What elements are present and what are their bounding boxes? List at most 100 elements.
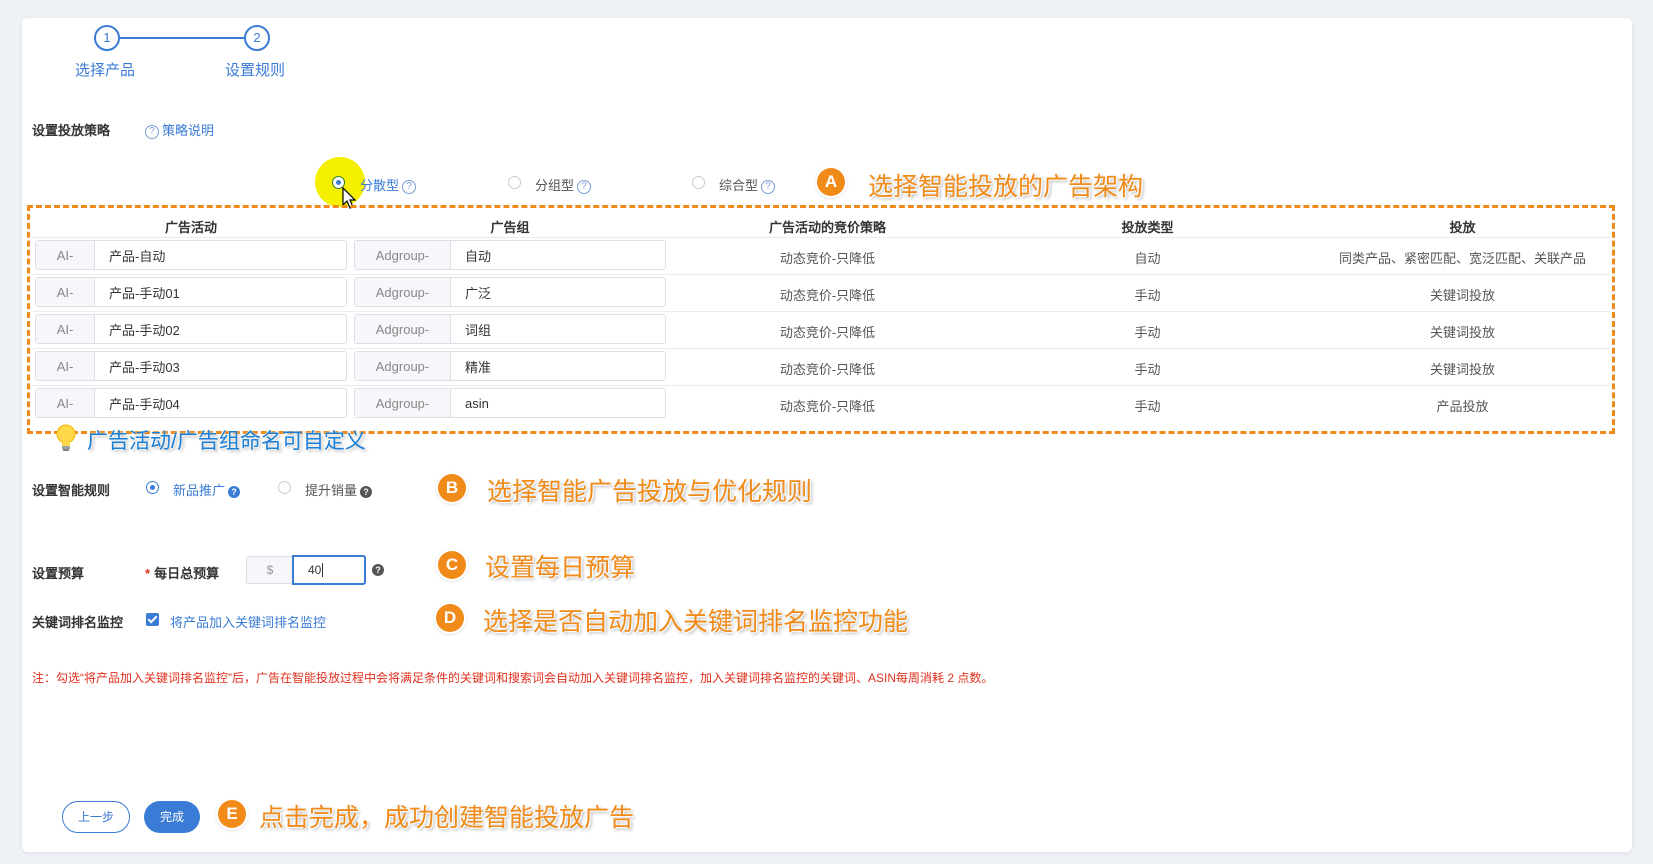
row-divider <box>32 348 1610 349</box>
targeting-type-cell: 手动 <box>1134 362 1161 377</box>
campaign-name-value[interactable]: 产品-手动02 <box>95 315 346 343</box>
callout-text-e: 点击完成，成功创建智能投放广告 <box>259 804 635 832</box>
campaign-prefix: AI- <box>36 352 95 380</box>
prev-step-button[interactable]: 上一步 <box>62 801 130 833</box>
strategy-label: 设置投放策略 <box>32 123 111 138</box>
help-circle-icon: ? <box>761 179 776 194</box>
keyword-monitor-checkbox[interactable] <box>146 613 159 626</box>
help-circle-icon: ? <box>228 485 241 498</box>
bid-strategy-cell: 动态竞价-只降低 <box>779 399 876 414</box>
targeting-type-cell: 手动 <box>1134 325 1161 340</box>
row-divider <box>32 311 1610 312</box>
campaign-name-input[interactable]: AI- 产品-手动02 <box>35 314 347 344</box>
targeting-cell: 关键词投放 <box>1429 362 1495 377</box>
strategy-radio-grouped[interactable] <box>508 176 521 189</box>
header-targeting: 投放 <box>1449 220 1476 235</box>
rule-radio-boost-sales[interactable] <box>278 481 291 494</box>
campaign-name-input[interactable]: AI- 产品-手动01 <box>35 277 347 307</box>
targeting-cell: 产品投放 <box>1436 399 1489 414</box>
header-campaign: 广告活动 <box>164 220 217 235</box>
strategy-radio-combined[interactable] <box>692 176 705 189</box>
campaign-name-input[interactable]: AI- 产品-手动04 <box>35 388 347 418</box>
adgroup-name-input[interactable]: Adgroup- 自动 <box>354 240 666 270</box>
callout-badge-a: A <box>817 168 845 196</box>
done-button[interactable]: 完成 <box>144 801 200 833</box>
adgroup-name-input[interactable]: Adgroup- asin <box>354 388 666 418</box>
bid-strategy-cell: 动态竞价-只降低 <box>779 325 876 340</box>
strategy-option-dispersed[interactable]: 分散型? <box>360 175 417 194</box>
campaign-name-input[interactable]: AI- 产品-自动 <box>35 240 347 270</box>
rule-radio-new-product[interactable] <box>146 481 159 494</box>
targeting-type-cell: 手动 <box>1134 399 1161 414</box>
help-circle-icon: ? <box>145 124 159 139</box>
header-targeting-type: 投放类型 <box>1121 220 1174 235</box>
keyword-monitor-label: 关键词排名监控 <box>32 615 124 630</box>
adgroup-name-input[interactable]: Adgroup- 词组 <box>354 314 666 344</box>
bid-strategy-cell: 动态竞价-只降低 <box>779 288 876 303</box>
targeting-cell: 同类产品、紧密匹配、宽泛匹配、关联产品 <box>1338 251 1586 266</box>
adgroup-prefix: Adgroup- <box>355 315 451 343</box>
adgroup-prefix: Adgroup- <box>355 241 451 269</box>
adgroup-name-value[interactable]: 自动 <box>451 241 665 269</box>
callout-badge-d: D <box>436 604 464 632</box>
step-2-label: 设置规则 <box>225 62 286 79</box>
lightbulb-icon <box>56 424 76 451</box>
help-circle-icon: ? <box>360 485 373 498</box>
rule-option-boost-sales[interactable]: 提升销量? <box>305 480 373 499</box>
help-circle-icon: ? <box>577 179 592 194</box>
campaign-name-value[interactable]: 产品-手动03 <box>95 352 346 380</box>
adgroup-prefix: Adgroup- <box>355 352 451 380</box>
row-divider <box>32 385 1610 386</box>
callout-badge-b: B <box>438 474 466 502</box>
targeting-type-cell: 手动 <box>1134 288 1161 303</box>
row-divider <box>32 274 1610 275</box>
adgroup-name-input[interactable]: Adgroup- 广泛 <box>354 277 666 307</box>
callout-text-c: 设置每日预算 <box>485 554 636 582</box>
campaign-prefix: AI- <box>36 241 95 269</box>
adgroup-name-value[interactable]: 词组 <box>451 315 665 343</box>
required-asterisk: * <box>145 566 151 581</box>
header-adgroup: 广告组 <box>490 220 530 235</box>
strategy-option-grouped[interactable]: 分组型? <box>535 175 592 194</box>
help-circle-icon: ? <box>372 564 384 576</box>
help-circle-icon: ? <box>402 179 417 194</box>
callout-text-b: 选择智能广告投放与优化规则 <box>487 478 813 506</box>
callout-badge-e: E <box>218 800 246 828</box>
targeting-cell: 关键词投放 <box>1429 325 1495 340</box>
adgroup-prefix: Adgroup- <box>355 389 451 417</box>
step-connector <box>117 37 245 39</box>
adgroup-name-value[interactable]: 广泛 <box>451 278 665 306</box>
naming-tip: 广告活动/广告组命名可自定义 <box>87 430 366 453</box>
callout-text-d: 选择是否自动加入关键词排名监控功能 <box>483 608 909 636</box>
campaign-name-value[interactable]: 产品-自动 <box>95 241 346 269</box>
header-divider <box>32 237 1610 238</box>
step-1-label: 选择产品 <box>75 62 136 79</box>
campaign-prefix: AI- <box>36 278 95 306</box>
budget-label: 设置预算 <box>32 566 85 581</box>
strategy-help-text: 策略说明 <box>162 123 215 138</box>
adgroup-name-value[interactable]: 精准 <box>451 352 665 380</box>
step-1-circle: 1 <box>94 25 120 51</box>
strategy-option-combined[interactable]: 综合型? <box>719 175 776 194</box>
adgroup-name-value[interactable]: asin <box>451 389 665 417</box>
rule-option-new-product[interactable]: 新品推广? <box>173 480 241 499</box>
bid-strategy-cell: 动态竞价-只降低 <box>779 251 876 266</box>
campaign-name-value[interactable]: 产品-手动01 <box>95 278 346 306</box>
header-bid-strategy: 广告活动的竞价策略 <box>768 220 886 235</box>
targeting-cell: 关键词投放 <box>1429 288 1495 303</box>
daily-budget-input[interactable]: 40 <box>292 555 366 585</box>
callout-text-a: 选择智能投放的广告架构 <box>868 173 1144 201</box>
targeting-type-cell: 自动 <box>1134 251 1161 266</box>
currency-prefix: $ <box>246 556 294 584</box>
campaign-name-value[interactable]: 产品-手动04 <box>95 389 346 417</box>
strategy-help-link[interactable]: ? 策略说明 <box>145 120 214 139</box>
callout-badge-c: C <box>438 551 466 579</box>
keyword-monitor-checkbox-label[interactable]: 将产品加入关键词排名监控 <box>170 612 326 631</box>
adgroup-prefix: Adgroup- <box>355 278 451 306</box>
daily-budget-label: * 每日总预算 <box>145 566 220 581</box>
adgroup-name-input[interactable]: Adgroup- 精准 <box>354 351 666 381</box>
campaign-prefix: AI- <box>36 389 95 417</box>
monitor-note: 注：勾选“将产品加入关键词排名监控”后，广告在智能投放过程中会将满足条件的关键词… <box>32 671 994 685</box>
smart-rule-label: 设置智能规则 <box>32 483 111 498</box>
campaign-name-input[interactable]: AI- 产品-手动03 <box>35 351 347 381</box>
